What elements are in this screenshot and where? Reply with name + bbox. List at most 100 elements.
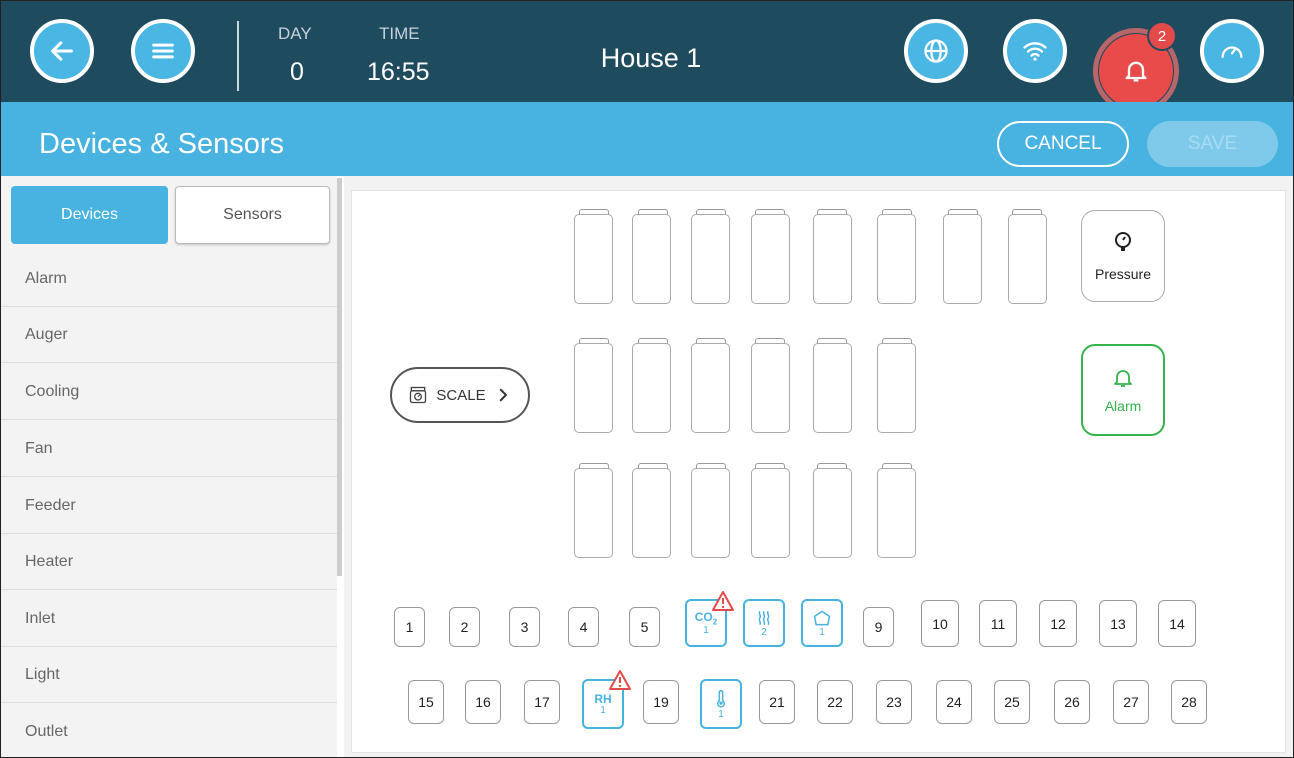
relay-slot-body bbox=[691, 343, 730, 433]
alarm-device-card[interactable]: Alarm bbox=[1081, 344, 1165, 436]
time-label: TIME bbox=[379, 24, 420, 43]
scale-label: SCALE bbox=[436, 386, 486, 404]
back-arrow-icon bbox=[51, 41, 73, 61]
heat-icon bbox=[758, 610, 770, 626]
cancel-button[interactable]: CANCEL bbox=[997, 121, 1129, 167]
pressure-label: Pressure bbox=[1094, 266, 1152, 282]
thermometer-icon bbox=[716, 689, 726, 708]
analog-input-26[interactable]: 26 bbox=[1054, 680, 1090, 724]
time-value: 16:55 bbox=[367, 58, 430, 86]
tab-sensors[interactable]: Sensors bbox=[175, 186, 330, 244]
rh-label: RH bbox=[594, 692, 612, 706]
page-title: Devices & Sensors bbox=[39, 128, 284, 160]
sidebar-item-outlet[interactable]: Outlet bbox=[1, 704, 337, 757]
analog-input-12[interactable]: 12 bbox=[1039, 600, 1077, 647]
relay-slot-body bbox=[751, 468, 790, 558]
gauge-button[interactable] bbox=[1200, 19, 1264, 83]
rh-index: 1 bbox=[600, 705, 606, 716]
analog-input-24[interactable]: 24 bbox=[936, 680, 972, 724]
analog-input-2[interactable]: 2 bbox=[449, 607, 480, 647]
co2-label: CO2 bbox=[694, 609, 718, 627]
relay-slot-body bbox=[813, 468, 852, 558]
relay-slot-body bbox=[632, 468, 671, 558]
sidebar-item-fan[interactable]: Fan bbox=[1, 421, 337, 477]
house-sensor-chip[interactable]: 1 bbox=[801, 599, 843, 647]
analog-input-4[interactable]: 4 bbox=[568, 607, 599, 647]
alarm-count-badge: 2 bbox=[1147, 21, 1177, 51]
relay-slot-body bbox=[751, 214, 790, 304]
pressure-gauge-icon bbox=[1115, 232, 1131, 251]
bell-icon bbox=[1125, 61, 1147, 82]
analog-input-5[interactable]: 5 bbox=[629, 607, 660, 647]
bell-icon bbox=[1114, 370, 1132, 387]
sidebar-item-heater[interactable]: Heater bbox=[1, 534, 337, 590]
heater-sensor-chip[interactable]: 2 bbox=[743, 599, 785, 647]
analog-input-19[interactable]: 19 bbox=[643, 680, 679, 724]
relay-slot-body bbox=[632, 343, 671, 433]
relay-slot-body bbox=[877, 214, 916, 304]
relay-slot-body bbox=[751, 343, 790, 433]
relay-slot-body bbox=[574, 343, 613, 433]
wifi-button[interactable] bbox=[1003, 19, 1067, 83]
sidebar-item-inlet[interactable]: Inlet bbox=[1, 591, 337, 647]
menu-button[interactable] bbox=[131, 19, 195, 83]
menu-icon bbox=[152, 43, 174, 59]
scale-icon bbox=[410, 386, 427, 404]
analog-input-15[interactable]: 15 bbox=[408, 680, 444, 724]
day-label: DAY bbox=[278, 24, 312, 43]
top-bar: DAY 0 TIME 16:55 House 1 2 bbox=[1, 1, 1293, 114]
house-title: House 1 bbox=[600, 43, 702, 73]
analog-input-9[interactable]: 9 bbox=[863, 607, 894, 647]
analog-input-21[interactable]: 21 bbox=[759, 680, 795, 724]
analog-input-13[interactable]: 13 bbox=[1099, 600, 1137, 647]
analog-input-27[interactable]: 27 bbox=[1113, 680, 1149, 724]
sidebar-item-feeder[interactable]: Feeder bbox=[1, 478, 337, 534]
analog-input-10[interactable]: 10 bbox=[921, 600, 959, 647]
warning-icon bbox=[609, 670, 631, 690]
relay-slot-body bbox=[632, 214, 671, 304]
analog-input-17[interactable]: 17 bbox=[524, 680, 560, 724]
sidebar-scrollbar[interactable] bbox=[337, 178, 342, 576]
relay-slot-body bbox=[813, 214, 852, 304]
scale-button[interactable]: SCALE bbox=[390, 367, 530, 423]
analog-input-22[interactable]: 22 bbox=[817, 680, 853, 724]
analog-input-16[interactable]: 16 bbox=[465, 680, 501, 724]
relay-slot-body bbox=[691, 214, 730, 304]
wifi-icon bbox=[1023, 42, 1047, 61]
relay-slot-body bbox=[691, 468, 730, 558]
co2-index: 1 bbox=[703, 625, 709, 637]
analog-input-28[interactable]: 28 bbox=[1171, 680, 1207, 724]
sidebar: Devices Sensors Alarm Auger Cooling Fan … bbox=[1, 176, 337, 757]
language-button[interactable] bbox=[904, 19, 968, 83]
back-button[interactable] bbox=[30, 19, 94, 83]
day-value: 0 bbox=[290, 58, 304, 86]
house-icon bbox=[813, 610, 831, 626]
save-button[interactable]: SAVE bbox=[1147, 121, 1278, 167]
relay-slot-body bbox=[1008, 214, 1047, 304]
chevron-right-icon bbox=[499, 388, 507, 402]
temperature-sensor-chip[interactable]: 1 bbox=[700, 679, 742, 729]
analog-input-25[interactable]: 25 bbox=[994, 680, 1030, 724]
sidebar-item-light[interactable]: Light bbox=[1, 647, 337, 703]
analog-input-1[interactable]: 1 bbox=[394, 607, 425, 647]
gauge-icon bbox=[1221, 46, 1243, 58]
globe-icon bbox=[924, 39, 948, 63]
temperature-index: 1 bbox=[718, 709, 724, 720]
house-index: 1 bbox=[819, 627, 825, 638]
relay-slot-body bbox=[877, 343, 916, 433]
sidebar-item-cooling[interactable]: Cooling bbox=[1, 364, 337, 420]
relay-slot-body bbox=[574, 468, 613, 558]
analog-input-3[interactable]: 3 bbox=[509, 607, 540, 647]
analog-input-23[interactable]: 23 bbox=[876, 680, 912, 724]
sidebar-item-auger[interactable]: Auger bbox=[1, 307, 337, 363]
pressure-sensor-card[interactable]: Pressure bbox=[1081, 210, 1165, 302]
relay-slot-body bbox=[574, 214, 613, 304]
tab-devices[interactable]: Devices bbox=[11, 186, 168, 244]
relay-slot-body bbox=[813, 343, 852, 433]
analog-input-11[interactable]: 11 bbox=[979, 600, 1017, 647]
sidebar-item-alarm[interactable]: Alarm bbox=[1, 251, 337, 307]
sub-header: Devices & Sensors CANCEL SAVE bbox=[1, 102, 1293, 176]
topbar-divider bbox=[237, 21, 239, 91]
alarm-label: Alarm bbox=[1104, 398, 1142, 414]
analog-input-14[interactable]: 14 bbox=[1158, 600, 1196, 647]
